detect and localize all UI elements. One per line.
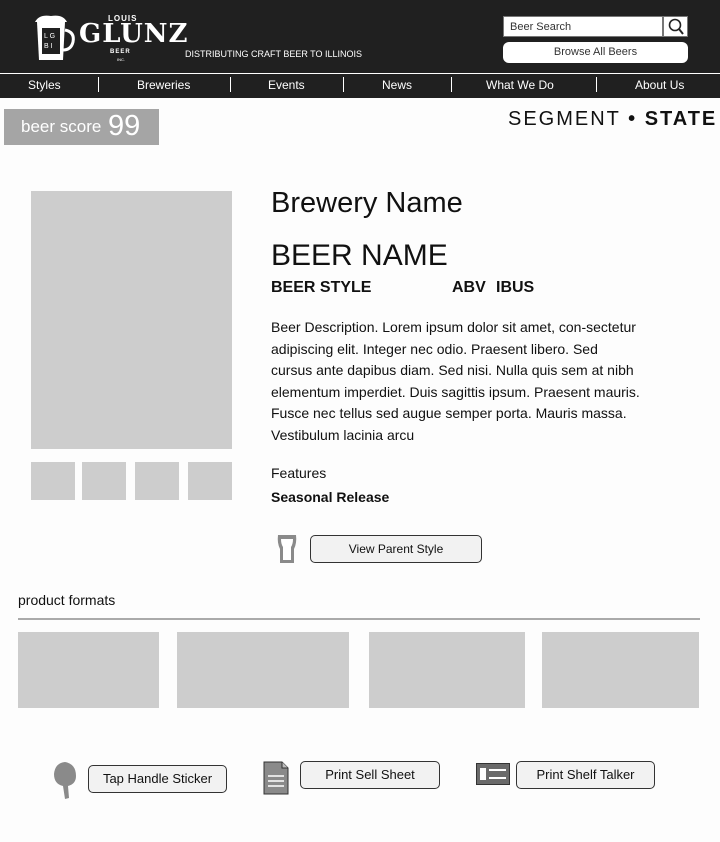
nav-item-what-we-do[interactable]: What We Do <box>486 78 554 92</box>
view-parent-style-button[interactable]: View Parent Style <box>310 535 482 563</box>
product-formats-label: product formats <box>18 592 116 608</box>
nav-item-news[interactable]: News <box>382 78 412 92</box>
beer-thumbnail[interactable] <box>188 462 232 500</box>
product-format-tile[interactable] <box>369 632 525 708</box>
nav-item-about-us[interactable]: About Us <box>635 78 684 92</box>
search-button[interactable] <box>663 16 688 37</box>
nav-separator <box>596 77 597 92</box>
product-format-tile[interactable] <box>177 632 349 708</box>
divider <box>18 618 700 620</box>
beer-glass-icon <box>277 535 297 563</box>
product-format-tile[interactable] <box>18 632 159 708</box>
feature-value: Seasonal Release <box>271 489 390 505</box>
browse-all-beers-button[interactable]: Browse All Beers <box>503 42 688 63</box>
sell-sheet-icon <box>263 761 289 795</box>
nav-item-events[interactable]: Events <box>268 78 305 92</box>
beer-score-badge: beer score 99 <box>4 109 159 145</box>
nav-item-styles[interactable]: Styles <box>28 78 61 92</box>
beer-style: BEER STYLE <box>271 279 372 296</box>
beer-name: BEER NAME <box>271 239 448 272</box>
svg-text:B I: B I <box>44 43 53 50</box>
segment-dot: • <box>628 108 638 130</box>
segment-state-label: SEGMENT • STATE <box>508 108 717 131</box>
main-nav: Styles Breweries Events News What We Do … <box>0 73 720 98</box>
print-sell-sheet-button[interactable]: Print Sell Sheet <box>300 761 440 789</box>
beer-main-image <box>31 191 232 449</box>
nav-separator <box>451 77 452 92</box>
print-shelf-talker-button[interactable]: Print Shelf Talker <box>516 761 655 789</box>
logo-beer-text: BEER <box>110 49 131 55</box>
glunz-logo-icon[interactable]: L G B I <box>29 12 77 64</box>
search-input[interactable]: Beer Search <box>503 16 663 37</box>
beer-abv: ABV <box>452 279 486 296</box>
beer-score-value: 99 <box>108 110 141 142</box>
beer-score-label: beer score <box>21 117 102 136</box>
nav-separator <box>98 77 99 92</box>
tagline: DISTRIBUTING CRAFT BEER TO ILLINOIS <box>185 49 363 59</box>
shelf-talker-icon <box>476 763 510 785</box>
state-text: STATE <box>644 108 718 130</box>
nav-separator <box>230 77 231 92</box>
features-label: Features <box>271 465 327 481</box>
beer-thumbnail[interactable] <box>135 462 179 500</box>
beer-thumbnail[interactable] <box>31 462 75 500</box>
logo-glunz-text: GLUNZ <box>79 19 189 49</box>
nav-separator <box>343 77 344 92</box>
search-icon <box>668 18 684 35</box>
beer-description: Beer Description. Lorem ipsum dolor sit … <box>271 319 640 443</box>
tap-handle-icon <box>54 762 76 799</box>
nav-item-breweries[interactable]: Breweries <box>137 78 190 92</box>
tap-handle-sticker-button[interactable]: Tap Handle Sticker <box>88 765 227 793</box>
svg-text:L G: L G <box>44 33 55 40</box>
beer-thumbnail[interactable] <box>82 462 126 500</box>
beer-ibus: IBUS <box>496 279 535 296</box>
segment-text: SEGMENT <box>508 108 621 130</box>
brewery-name[interactable]: Brewery Name <box>271 187 463 220</box>
header-bar: L G B I LOUIS GLUNZ BEER INC. DISTRIBUTI… <box>0 0 720 73</box>
product-format-tile[interactable] <box>542 632 699 708</box>
logo-inc-text: INC. <box>117 57 125 62</box>
